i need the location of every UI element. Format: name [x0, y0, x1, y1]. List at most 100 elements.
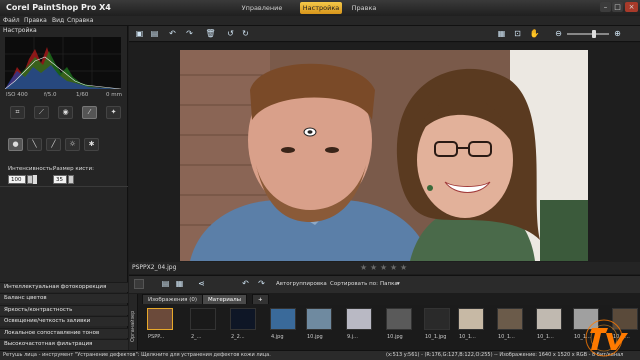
- eye-icon: ◉: [62, 108, 69, 116]
- thumbnail-label: 2_...: [191, 334, 202, 340]
- wand-icon: ✦: [110, 108, 117, 116]
- zoom-in-icon[interactable]: ⊕: [612, 29, 623, 39]
- zoom-slider-track[interactable]: [567, 33, 609, 35]
- auto-group-toggle[interactable]: Автогруппировка: [276, 281, 327, 287]
- tab-edit[interactable]: Правка: [343, 2, 385, 14]
- eye-drop-button[interactable]: ╱: [46, 138, 61, 151]
- thumbnail-label: 10.jpg: [387, 334, 403, 340]
- thumbnail-label: 4.jpg: [271, 334, 284, 340]
- collapse-organizer-button[interactable]: [134, 279, 144, 289]
- close-button[interactable]: ×: [625, 2, 638, 12]
- straighten-tool-button[interactable]: ⟋: [34, 106, 49, 119]
- save-icon[interactable]: ▣: [134, 29, 145, 39]
- tab-adjust[interactable]: Настройка: [300, 2, 342, 14]
- toothbrush-button[interactable]: ╲: [27, 138, 42, 151]
- red-eye-tool-button[interactable]: ◉: [58, 106, 73, 119]
- rotate-right-icon[interactable]: ↷: [256, 279, 267, 289]
- file-name: PSPPX2_04.jpg: [132, 264, 177, 271]
- brush-size-input[interactable]: 35: [53, 175, 67, 184]
- exif-focal: 0 mm: [106, 92, 122, 98]
- thumbnail-label: 10_1...: [498, 334, 515, 340]
- share-icon[interactable]: ⋖: [196, 279, 207, 289]
- thinify-button[interactable]: ✱: [84, 138, 99, 151]
- effect-smart-photo-fix[interactable]: Интеллектуальная фотокоррекция: [0, 282, 128, 292]
- thumbnail-label: 10_1...: [459, 334, 476, 340]
- intensity-slider-button[interactable]: [33, 175, 37, 184]
- rotate-left-icon[interactable]: ↶: [167, 29, 178, 39]
- toothbrush-icon: ╲: [32, 140, 37, 148]
- tab-materials[interactable]: Материалы: [202, 294, 247, 304]
- tab-images[interactable]: Изображения (0): [142, 294, 204, 304]
- eye-drop-icon: ╱: [51, 140, 56, 148]
- thumbnail-image[interactable]: [424, 308, 450, 330]
- undo-icon[interactable]: ↺: [225, 29, 236, 39]
- thumbnail-image[interactable]: [306, 308, 332, 330]
- blemish-fixer-button[interactable]: ●: [8, 138, 23, 151]
- thumbnail-image[interactable]: [386, 308, 412, 330]
- rotate-right-icon[interactable]: ↷: [184, 29, 195, 39]
- sort-by-select[interactable]: Папка: [380, 281, 398, 287]
- thumbnail-label: 9.j...: [347, 334, 358, 340]
- delete-icon[interactable]: 🗑: [205, 29, 216, 39]
- menu-edit[interactable]: Правка: [24, 17, 47, 24]
- zoom-slider-handle[interactable]: [592, 30, 596, 38]
- brush-size-stepper[interactable]: [68, 175, 74, 184]
- histogram: [5, 37, 121, 89]
- thumbnail-image[interactable]: [536, 308, 562, 330]
- thumbnail-image[interactable]: [497, 308, 523, 330]
- crop-icon: ⌗: [15, 108, 20, 116]
- redo-icon[interactable]: ↻: [240, 29, 251, 39]
- zoom-out-icon[interactable]: ⊖: [553, 29, 564, 39]
- effect-high-pass-sharpen[interactable]: Высокочастотная фильтрация: [0, 339, 128, 350]
- rating-star-icon[interactable]: ★: [390, 263, 397, 272]
- thinify-icon: ✱: [88, 140, 95, 148]
- actual-size-icon[interactable]: ▦: [496, 29, 507, 39]
- fit-window-icon[interactable]: ⊡: [512, 29, 523, 39]
- effect-fill-light-clarity[interactable]: Освещение/четкость заливки: [0, 316, 128, 326]
- chevron-down-icon[interactable]: ▾: [397, 281, 400, 287]
- thumbnail-label: 10_1.jpg: [425, 334, 447, 340]
- intensity-input[interactable]: 100: [8, 175, 26, 184]
- tag-icon[interactable]: ▤: [160, 279, 171, 289]
- thumbnail-image[interactable]: [230, 308, 256, 330]
- sort-by-label: Сортировать по:: [330, 281, 378, 287]
- thumbnail-label: 10.jpg: [307, 334, 323, 340]
- menu-file[interactable]: Файл: [3, 17, 20, 24]
- stack-icon[interactable]: ▦: [174, 279, 185, 289]
- maximize-button[interactable]: □: [612, 2, 623, 12]
- thumbnail-image[interactable]: [458, 308, 484, 330]
- thumbnail-image[interactable]: [346, 308, 372, 330]
- brush-size-label: Размер кисти:: [53, 166, 94, 172]
- tab-manage[interactable]: Управление: [225, 2, 299, 14]
- add-tab-button[interactable]: +: [252, 294, 269, 304]
- thumbnail-label: PSPP...: [148, 334, 165, 340]
- rating-star-icon[interactable]: ★: [400, 263, 407, 272]
- pan-hand-icon[interactable]: ✋: [529, 29, 540, 39]
- rotate-left-icon[interactable]: ↶: [240, 279, 251, 289]
- suntan-button[interactable]: ☼: [65, 138, 80, 151]
- rating-star-icon[interactable]: ★: [360, 263, 367, 272]
- effect-brightness-contrast[interactable]: Яркость/контрастность: [0, 305, 128, 315]
- crop-tool-button[interactable]: ⌗: [10, 106, 25, 119]
- minimize-button[interactable]: –: [600, 2, 611, 12]
- status-message: Ретушь лица - инструмент "Устранение деф…: [3, 352, 271, 358]
- menu-help[interactable]: Справка: [67, 17, 93, 24]
- save-as-icon[interactable]: ▤: [149, 29, 160, 39]
- thumbnail-image[interactable]: [147, 308, 173, 330]
- rating-star-icon[interactable]: ★: [380, 263, 387, 272]
- edited-photo[interactable]: [180, 50, 588, 261]
- suntan-icon: ☼: [69, 140, 76, 148]
- retouch-tool-button[interactable]: ⁄: [82, 106, 97, 119]
- menu-view[interactable]: Вид: [52, 17, 64, 24]
- thumbnail-image[interactable]: [270, 308, 296, 330]
- app-title: Corel PaintShop Pro X4: [6, 3, 111, 12]
- rating-star-icon[interactable]: ★: [370, 263, 377, 272]
- effect-color-balance[interactable]: Баланс цветов: [0, 293, 128, 303]
- panel-title: Настройка: [3, 27, 37, 34]
- tv-logo-icon: [585, 319, 628, 357]
- exif-shutter: 1/60: [76, 92, 89, 98]
- brush-icon: ⁄: [88, 108, 91, 116]
- thumbnail-image[interactable]: [190, 308, 216, 330]
- effect-local-tone-mapping[interactable]: Локальное сопоставление тонов: [0, 328, 128, 338]
- makeover-tool-button[interactable]: ✦: [106, 106, 121, 119]
